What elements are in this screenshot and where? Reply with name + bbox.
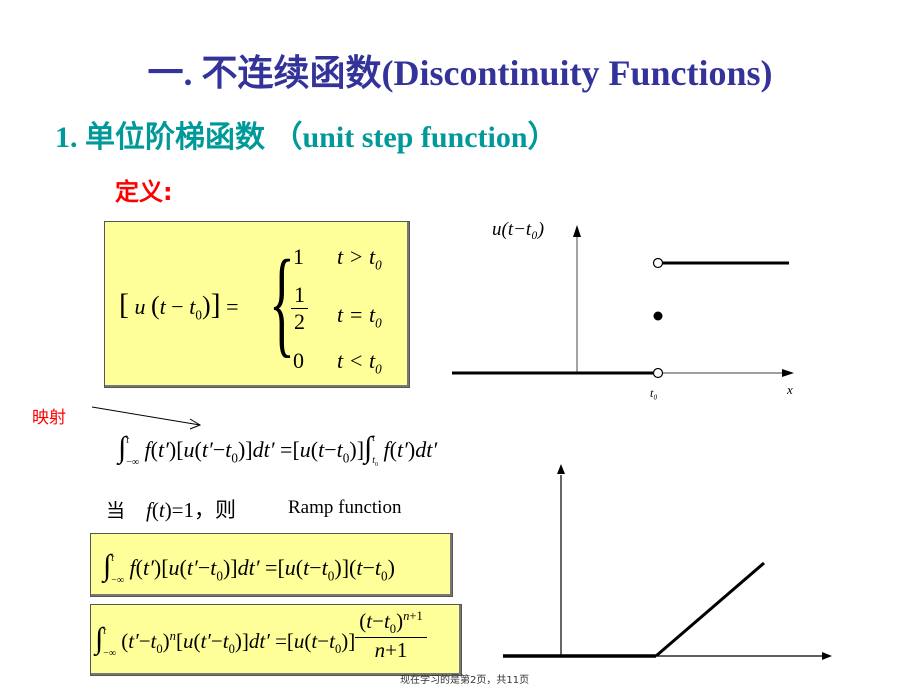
t0-tick-label: t₀: [650, 386, 658, 400]
case-row: 12: [291, 282, 308, 335]
integral-identity: ∫t −∞ f(t′)[u(t′−t0)]dt′ =[u(t−t0)]∫t t0 f…: [118, 431, 438, 468]
definition-lhs: [ u (t − t0)] =: [119, 288, 239, 323]
ramp-identity: ∫t −∞ f(t′)[u(t′−t0)]dt′ =[u(t−t0)](t−t0): [103, 549, 395, 586]
definition-label: 定义:: [115, 178, 173, 206]
mapping-label: 映射: [32, 408, 66, 428]
open-circle-low: [652, 367, 664, 379]
case-row: 0: [293, 348, 304, 373]
y-axis-arrow: [573, 225, 581, 237]
x-axis-arrow: [822, 652, 832, 660]
case-row: 1: [293, 244, 304, 269]
x-axis-arrow: [782, 369, 794, 377]
slide-title: 一. 不连续函数(Discontinuity Functions): [147, 53, 773, 93]
ramp-identity-box: ∫t −∞ f(t′)[u(t′−t0)]dt′ =[u(t−t0)](t−t0): [90, 533, 453, 597]
x-axis-label: x: [786, 382, 793, 397]
y-axis-arrow: [557, 464, 565, 474]
definition-box: [ u (t − t0)] = { 1 t > t0 12 t = t0 0 t…: [104, 221, 410, 388]
open-circle-high: [652, 257, 664, 269]
ramp-segment: [655, 561, 765, 658]
case-condition: t = t0: [337, 302, 382, 331]
power-identity-box: ∫t −∞ (t′−t0)n[u(t′−t0)]dt′ =[u(t−t0)] (t−…: [90, 604, 462, 676]
section-heading: 1. 单位阶梯函数 （unit step function）: [55, 121, 558, 154]
power-identity: ∫t −∞ (t′−t0)n[u(t′−t0)]dt′ =[u(t−t0)] (t−…: [95, 609, 427, 665]
when-condition: f(t)=1，则: [146, 498, 237, 522]
page-footer: 现在学习的是第2页，共11页: [400, 675, 530, 686]
step-function-plot: u(t−t₀) t₀ x: [452, 219, 794, 400]
filled-point-half: [653, 311, 663, 321]
case-condition: t < t0: [337, 348, 382, 377]
y-axis-label: u(t−t₀): [492, 219, 544, 240]
case-condition: t > t0: [337, 244, 382, 273]
when-label: 当: [106, 500, 126, 522]
ramp-function-label: Ramp function: [288, 497, 402, 518]
ramp-function-plot: [503, 464, 832, 660]
